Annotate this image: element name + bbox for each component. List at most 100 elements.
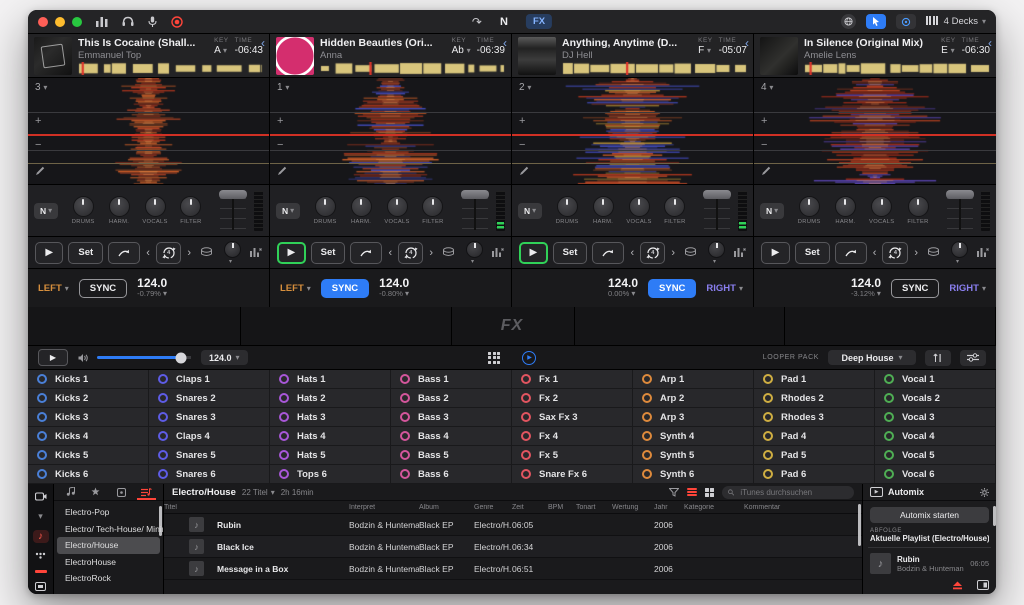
gear-icon[interactable] bbox=[980, 488, 989, 497]
zoom-in-button[interactable]: + bbox=[761, 116, 767, 127]
output-side-selector[interactable]: LEFT▾ bbox=[38, 283, 69, 294]
zoom-in-button[interactable]: + bbox=[277, 116, 283, 127]
loop-button[interactable]: 4 bbox=[398, 242, 423, 264]
loop-double-button[interactable]: › bbox=[913, 247, 919, 259]
play-button[interactable]: ▶ bbox=[761, 242, 790, 264]
list-view-button[interactable] bbox=[687, 488, 697, 496]
cue-set-button[interactable]: Set bbox=[68, 242, 103, 264]
filter-funnel-icon[interactable] bbox=[669, 488, 679, 497]
drum-pads-icon[interactable] bbox=[200, 247, 213, 258]
column-header[interactable]: BPM bbox=[548, 504, 576, 511]
neural-mix-selector[interactable]: N▾ bbox=[518, 203, 542, 219]
streaming-source-icon[interactable] bbox=[33, 550, 49, 563]
looper-pack-selector[interactable]: Deep House▾ bbox=[828, 350, 916, 365]
looper-pad[interactable]: Kicks 4 bbox=[28, 427, 149, 446]
library-search[interactable] bbox=[722, 486, 854, 499]
loop-half-button[interactable]: ‹ bbox=[387, 247, 393, 259]
table-row[interactable]: ♪Rubin Bodzin & Huntemann Black EP Elect… bbox=[164, 514, 862, 536]
zoom-out-button[interactable]: − bbox=[761, 140, 767, 151]
pads-view-icon[interactable] bbox=[488, 352, 500, 364]
eq-levels-icon[interactable] bbox=[96, 16, 108, 27]
loop-half-button[interactable]: ‹ bbox=[629, 247, 635, 259]
waveform-display[interactable]: 1 ▾ + − bbox=[270, 78, 511, 185]
track-count[interactable]: 22 Titel▾ bbox=[242, 488, 275, 497]
drum-pads-icon[interactable] bbox=[927, 247, 940, 258]
time-display[interactable]: TIME -06:39 bbox=[477, 37, 505, 62]
track-overview-waveform[interactable] bbox=[78, 62, 263, 75]
fx-toggle-button[interactable]: FX bbox=[526, 14, 552, 29]
bpm-display[interactable]: 124.0 0.00% ▾ bbox=[608, 277, 638, 299]
volume-fader[interactable] bbox=[702, 190, 732, 232]
deck-layout-selector[interactable]: 4 Decks ▾ bbox=[926, 16, 986, 28]
play-button[interactable]: ▶ bbox=[519, 242, 548, 264]
collapse-chevron-icon[interactable]: ‹ bbox=[745, 36, 749, 50]
column-header[interactable]: Genre bbox=[474, 504, 512, 511]
bend-button[interactable] bbox=[108, 242, 140, 264]
deck-number-selector[interactable]: 1 ▾ bbox=[277, 83, 289, 93]
looper-pad[interactable]: Synth 4 bbox=[633, 427, 754, 446]
automix-radar-button[interactable] bbox=[896, 14, 916, 29]
search-input[interactable] bbox=[738, 487, 848, 498]
looper-pad[interactable]: Vocals 2 bbox=[875, 389, 996, 408]
record-icon[interactable] bbox=[171, 16, 183, 28]
looper-pad[interactable]: Bass 6 bbox=[391, 465, 512, 484]
eq-knob[interactable] bbox=[145, 196, 166, 217]
fader-handle[interactable] bbox=[219, 190, 247, 199]
looper-pad[interactable]: Pad 6 bbox=[754, 465, 875, 484]
looper-pad[interactable]: Kicks 6 bbox=[28, 465, 149, 484]
looper-pad[interactable]: Hats 4 bbox=[270, 427, 391, 446]
looper-pad[interactable]: Pad 1 bbox=[754, 370, 875, 389]
sidebar-scrollbar[interactable] bbox=[159, 506, 162, 536]
looper-pad[interactable]: Kicks 3 bbox=[28, 408, 149, 427]
zoom-window-button[interactable] bbox=[72, 17, 82, 27]
key-display[interactable]: KEY Ab ▾ bbox=[452, 37, 471, 62]
cue-set-button[interactable]: Set bbox=[311, 242, 346, 264]
edit-grid-icon[interactable] bbox=[519, 166, 529, 176]
deck-gain-knob[interactable]: ▾ bbox=[704, 241, 725, 265]
looper-pad[interactable]: Rhodes 2 bbox=[754, 389, 875, 408]
looper-pad[interactable]: Arp 2 bbox=[633, 389, 754, 408]
looper-pad[interactable]: Arp 3 bbox=[633, 408, 754, 427]
globe-icon[interactable] bbox=[841, 14, 856, 29]
column-header[interactable]: Tonart bbox=[576, 504, 612, 511]
eq-knob[interactable] bbox=[593, 196, 614, 217]
table-row[interactable]: ♪Black Ice Bodzin & Huntemann Black EP E… bbox=[164, 536, 862, 558]
zoom-out-button[interactable]: − bbox=[519, 140, 525, 151]
column-header[interactable]: Jahr bbox=[654, 504, 684, 511]
cue-set-button[interactable]: Set bbox=[553, 242, 588, 264]
minimize-window-button[interactable] bbox=[55, 17, 65, 27]
loop-button[interactable]: 4 bbox=[640, 242, 665, 264]
zoom-in-button[interactable]: + bbox=[519, 116, 525, 127]
drum-pads-icon[interactable] bbox=[442, 247, 455, 258]
eq-knob[interactable] bbox=[73, 196, 94, 217]
neural-mix-icon[interactable]: N bbox=[500, 16, 508, 28]
volume-fader[interactable] bbox=[218, 190, 248, 232]
deck-gain-knob[interactable]: ▾ bbox=[220, 241, 241, 265]
looper-pad[interactable]: Rhodes 3 bbox=[754, 408, 875, 427]
volume-fader[interactable] bbox=[460, 190, 490, 232]
queue-box-icon[interactable] bbox=[977, 580, 989, 590]
key-display[interactable]: KEY A ▾ bbox=[214, 37, 229, 62]
looper-pad[interactable]: Hats 2 bbox=[270, 389, 391, 408]
looper-pad[interactable]: Kicks 1 bbox=[28, 370, 149, 389]
loop-double-button[interactable]: › bbox=[670, 247, 676, 259]
drum-pads-icon[interactable] bbox=[684, 247, 697, 258]
looper-pad[interactable]: Pad 5 bbox=[754, 446, 875, 465]
output-side-selector[interactable]: RIGHT▾ bbox=[949, 283, 986, 294]
tab-songs-icon[interactable] bbox=[58, 484, 83, 500]
zoom-in-button[interactable]: + bbox=[35, 116, 41, 127]
fader-handle[interactable] bbox=[461, 190, 489, 199]
looper-volume-slider[interactable] bbox=[97, 356, 183, 359]
bpm-display[interactable]: 124.0 -0.79% ▾ bbox=[137, 277, 167, 299]
loop-half-button[interactable]: ‹ bbox=[872, 247, 878, 259]
eq-knob[interactable] bbox=[109, 196, 130, 217]
playlist-item[interactable]: ElectroHouse bbox=[54, 554, 163, 571]
eq-knob[interactable] bbox=[351, 196, 372, 217]
collapse-chevron-icon[interactable]: ‹ bbox=[261, 36, 265, 50]
loop-sync-play-icon[interactable]: ▶ bbox=[522, 351, 536, 365]
deck-number-selector[interactable]: 4 ▾ bbox=[761, 83, 773, 93]
eq-knob[interactable] bbox=[871, 196, 892, 217]
looper-pad[interactable]: Hats 1 bbox=[270, 370, 391, 389]
loop-button[interactable]: 4 bbox=[156, 242, 181, 264]
looper-pad[interactable]: Bass 3 bbox=[391, 408, 512, 427]
